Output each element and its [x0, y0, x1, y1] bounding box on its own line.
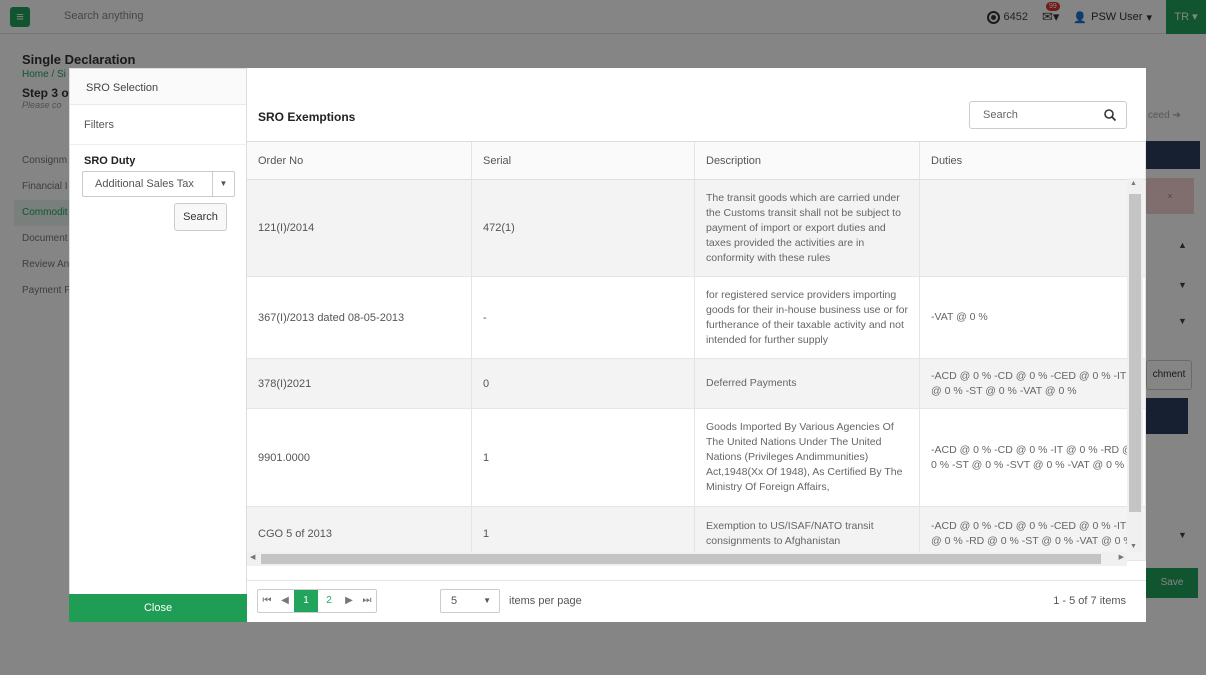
modal-title: SRO Exemptions [258, 110, 356, 124]
exemptions-grid: Order No Serial Description Duties 121(I… [247, 141, 1146, 578]
cell-order-no: 367(I)/2013 dated 08-05-2013 [247, 277, 472, 358]
cell-order-no: 9901.0000 [247, 409, 472, 506]
page-button-current[interactable]: 1 [294, 590, 318, 612]
grid-header: Order No Serial Description Duties [247, 142, 1146, 180]
search-icon[interactable] [1103, 106, 1117, 124]
horizontal-scroll-thumb[interactable] [261, 554, 1101, 564]
column-header-order-no[interactable]: Order No [247, 142, 472, 179]
close-button[interactable]: Close [69, 594, 247, 622]
sro-duty-select[interactable]: Additional Sales Tax ▼ [82, 171, 235, 197]
cell-duties [920, 180, 1146, 276]
cell-serial: 1 [472, 409, 695, 506]
chevron-down-icon: ▼ [483, 596, 491, 605]
cell-duties: -VAT @ 0 % [920, 277, 1146, 358]
sro-exemptions-modal: SRO Exemptions Search Order No Serial De… [247, 68, 1146, 622]
page-buttons: ⏮ ◀ 1 2 ▶ ⏭ [257, 589, 377, 613]
cell-description: for registered service providers importi… [695, 277, 920, 358]
search-placeholder: Search [983, 109, 1018, 121]
column-header-serial[interactable]: Serial [472, 142, 695, 179]
column-header-duties[interactable]: Duties [920, 142, 1146, 179]
pagination: ⏮ ◀ 1 2 ▶ ⏭ 5 ▼ items per page 1 - 5 of … [247, 580, 1146, 622]
scroll-up-icon[interactable]: ▲ [1130, 180, 1137, 187]
cell-serial: 0 [472, 359, 695, 408]
page-button[interactable]: 2 [318, 590, 340, 612]
vertical-scroll-thumb[interactable] [1129, 194, 1141, 512]
sro-selection-panel: SRO Selection Filters SRO Duty Additiona… [69, 68, 247, 622]
table-row[interactable]: 9901.0000 1 Goods Imported By Various Ag… [247, 409, 1146, 507]
table-row[interactable]: 378(I)2021 0 Deferred Payments -ACD @ 0 … [247, 359, 1146, 409]
first-page-icon[interactable]: ⏮ [258, 590, 276, 612]
cell-description: Deferred Payments [695, 359, 920, 408]
filters-label: Filters [70, 105, 246, 145]
table-row[interactable]: 121(I)/2014 472(1) The transit goods whi… [247, 180, 1146, 277]
page-size-select[interactable]: 5 ▼ [440, 589, 500, 613]
vertical-scrollbar[interactable]: ▲ ▼ [1127, 178, 1143, 552]
items-per-page-label: items per page [509, 595, 582, 607]
chevron-down-icon[interactable]: ▼ [212, 172, 234, 196]
filter-search-button[interactable]: Search [174, 203, 227, 231]
table-row[interactable]: 367(I)/2013 dated 08-05-2013 - for regis… [247, 277, 1146, 359]
cell-description: The transit goods which are carried unde… [695, 180, 920, 276]
prev-page-icon[interactable]: ◀ [276, 590, 294, 612]
sro-duty-value: Additional Sales Tax [95, 178, 194, 190]
page-size-value: 5 [451, 595, 458, 607]
column-header-description[interactable]: Description [695, 142, 920, 179]
cell-serial: 472(1) [472, 180, 695, 276]
exemptions-search-input[interactable]: Search [969, 101, 1127, 129]
cell-duties: -ACD @ 0 % -CD @ 0 % -CED @ 0 % -IT @ 0 … [920, 359, 1146, 408]
cell-duties: -ACD @ 0 % -CD @ 0 % -IT @ 0 % -RD @ 0 %… [920, 409, 1146, 506]
cell-order-no: 378(I)2021 [247, 359, 472, 408]
scroll-down-icon[interactable]: ▼ [1130, 543, 1137, 550]
scroll-left-icon[interactable]: ◀ [250, 553, 255, 561]
cell-order-no: 121(I)/2014 [247, 180, 472, 276]
pagination-info: 1 - 5 of 7 items [1053, 595, 1126, 607]
cell-serial: - [472, 277, 695, 358]
sro-selection-title: SRO Selection [70, 69, 246, 105]
cell-description: Goods Imported By Various Agencies Of Th… [695, 409, 920, 506]
last-page-icon[interactable]: ⏭ [358, 590, 376, 612]
scroll-right-icon[interactable]: ▶ [1119, 553, 1124, 561]
grid-body: 121(I)/2014 472(1) The transit goods whi… [247, 180, 1146, 561]
sro-duty-label: SRO Duty [84, 155, 136, 167]
next-page-icon[interactable]: ▶ [340, 590, 358, 612]
horizontal-scrollbar[interactable]: ◀ ▶ [247, 552, 1127, 566]
